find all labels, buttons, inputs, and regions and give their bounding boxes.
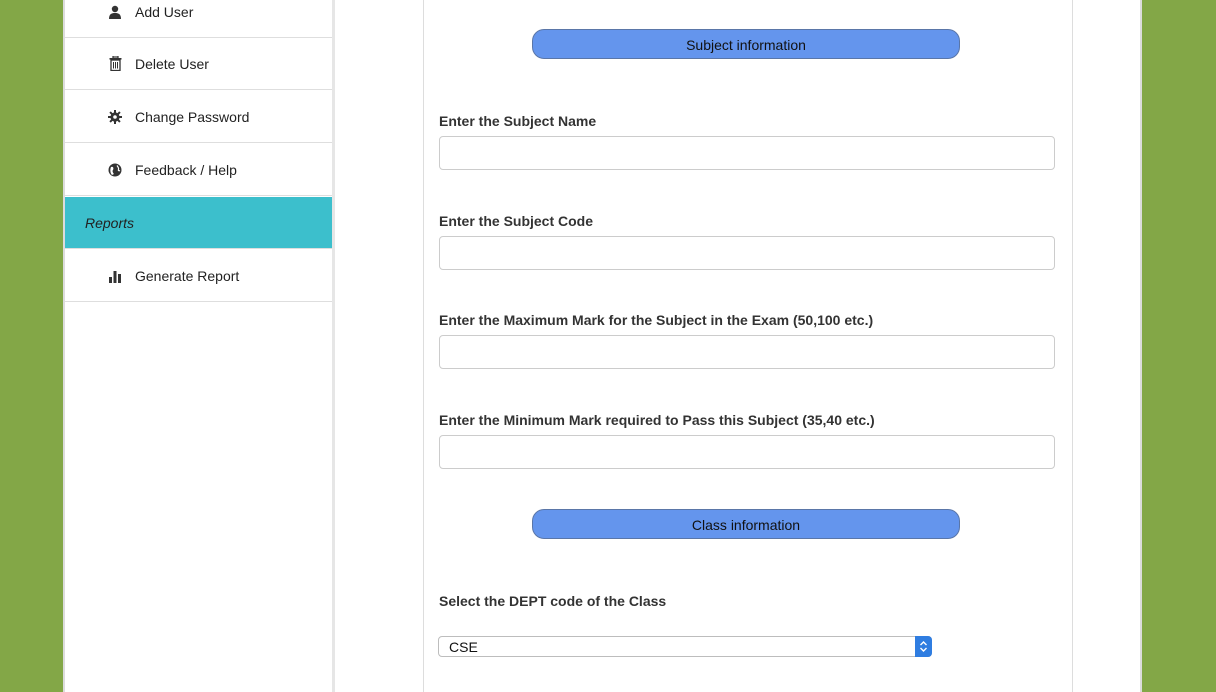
- sidebar-divider: [332, 0, 335, 692]
- trash-icon: [107, 56, 123, 72]
- sidebar-item-add-user[interactable]: Add User: [65, 0, 332, 38]
- sidebar-item-label: Add User: [135, 3, 194, 20]
- chevron-up-down-icon[interactable]: [915, 636, 932, 657]
- subject-information-header: Subject information: [532, 29, 960, 59]
- sidebar-item-change-password[interactable]: Change Password: [65, 91, 332, 143]
- sidebar-item-label: Delete User: [135, 55, 209, 72]
- subject-form-panel: Subject information Enter the Subject Na…: [423, 0, 1073, 692]
- sidebar-item-label: Generate Report: [135, 267, 240, 284]
- min-mark-label: Enter the Minimum Mark required to Pass …: [439, 412, 875, 428]
- subject-code-label: Enter the Subject Code: [439, 213, 594, 229]
- dept-code-selected-value: CSE: [449, 638, 478, 655]
- max-mark-input[interactable]: [439, 335, 1055, 369]
- sidebar-section-reports[interactable]: Reports: [65, 197, 332, 249]
- user-icon: [107, 4, 123, 20]
- sidebar-item-label: Feedback / Help: [135, 161, 237, 178]
- dept-code-select[interactable]: CSE: [438, 636, 932, 657]
- sidebar-item-label: Change Password: [135, 108, 250, 125]
- max-mark-label: Enter the Maximum Mark for the Subject i…: [439, 312, 874, 328]
- subject-name-input[interactable]: [439, 136, 1055, 170]
- class-information-header: Class information: [532, 509, 960, 539]
- globe-icon: [107, 162, 123, 178]
- subject-name-label: Enter the Subject Name: [439, 113, 597, 129]
- sidebar-item-generate-report[interactable]: Generate Report: [65, 250, 332, 302]
- page-container: Add User Delete User Change Password Fee…: [63, 0, 1142, 692]
- gear-icon: [107, 109, 123, 125]
- subject-code-input[interactable]: [439, 236, 1055, 270]
- sidebar-item-feedback-help[interactable]: Feedback / Help: [65, 144, 332, 196]
- bar-chart-icon: [107, 268, 123, 284]
- min-mark-input[interactable]: [439, 435, 1055, 469]
- dept-code-label: Select the DEPT code of the Class: [439, 593, 667, 609]
- sidebar: Add User Delete User Change Password Fee…: [65, 0, 333, 692]
- sidebar-section-label: Reports: [85, 214, 135, 231]
- sidebar-item-delete-user[interactable]: Delete User: [65, 38, 332, 90]
